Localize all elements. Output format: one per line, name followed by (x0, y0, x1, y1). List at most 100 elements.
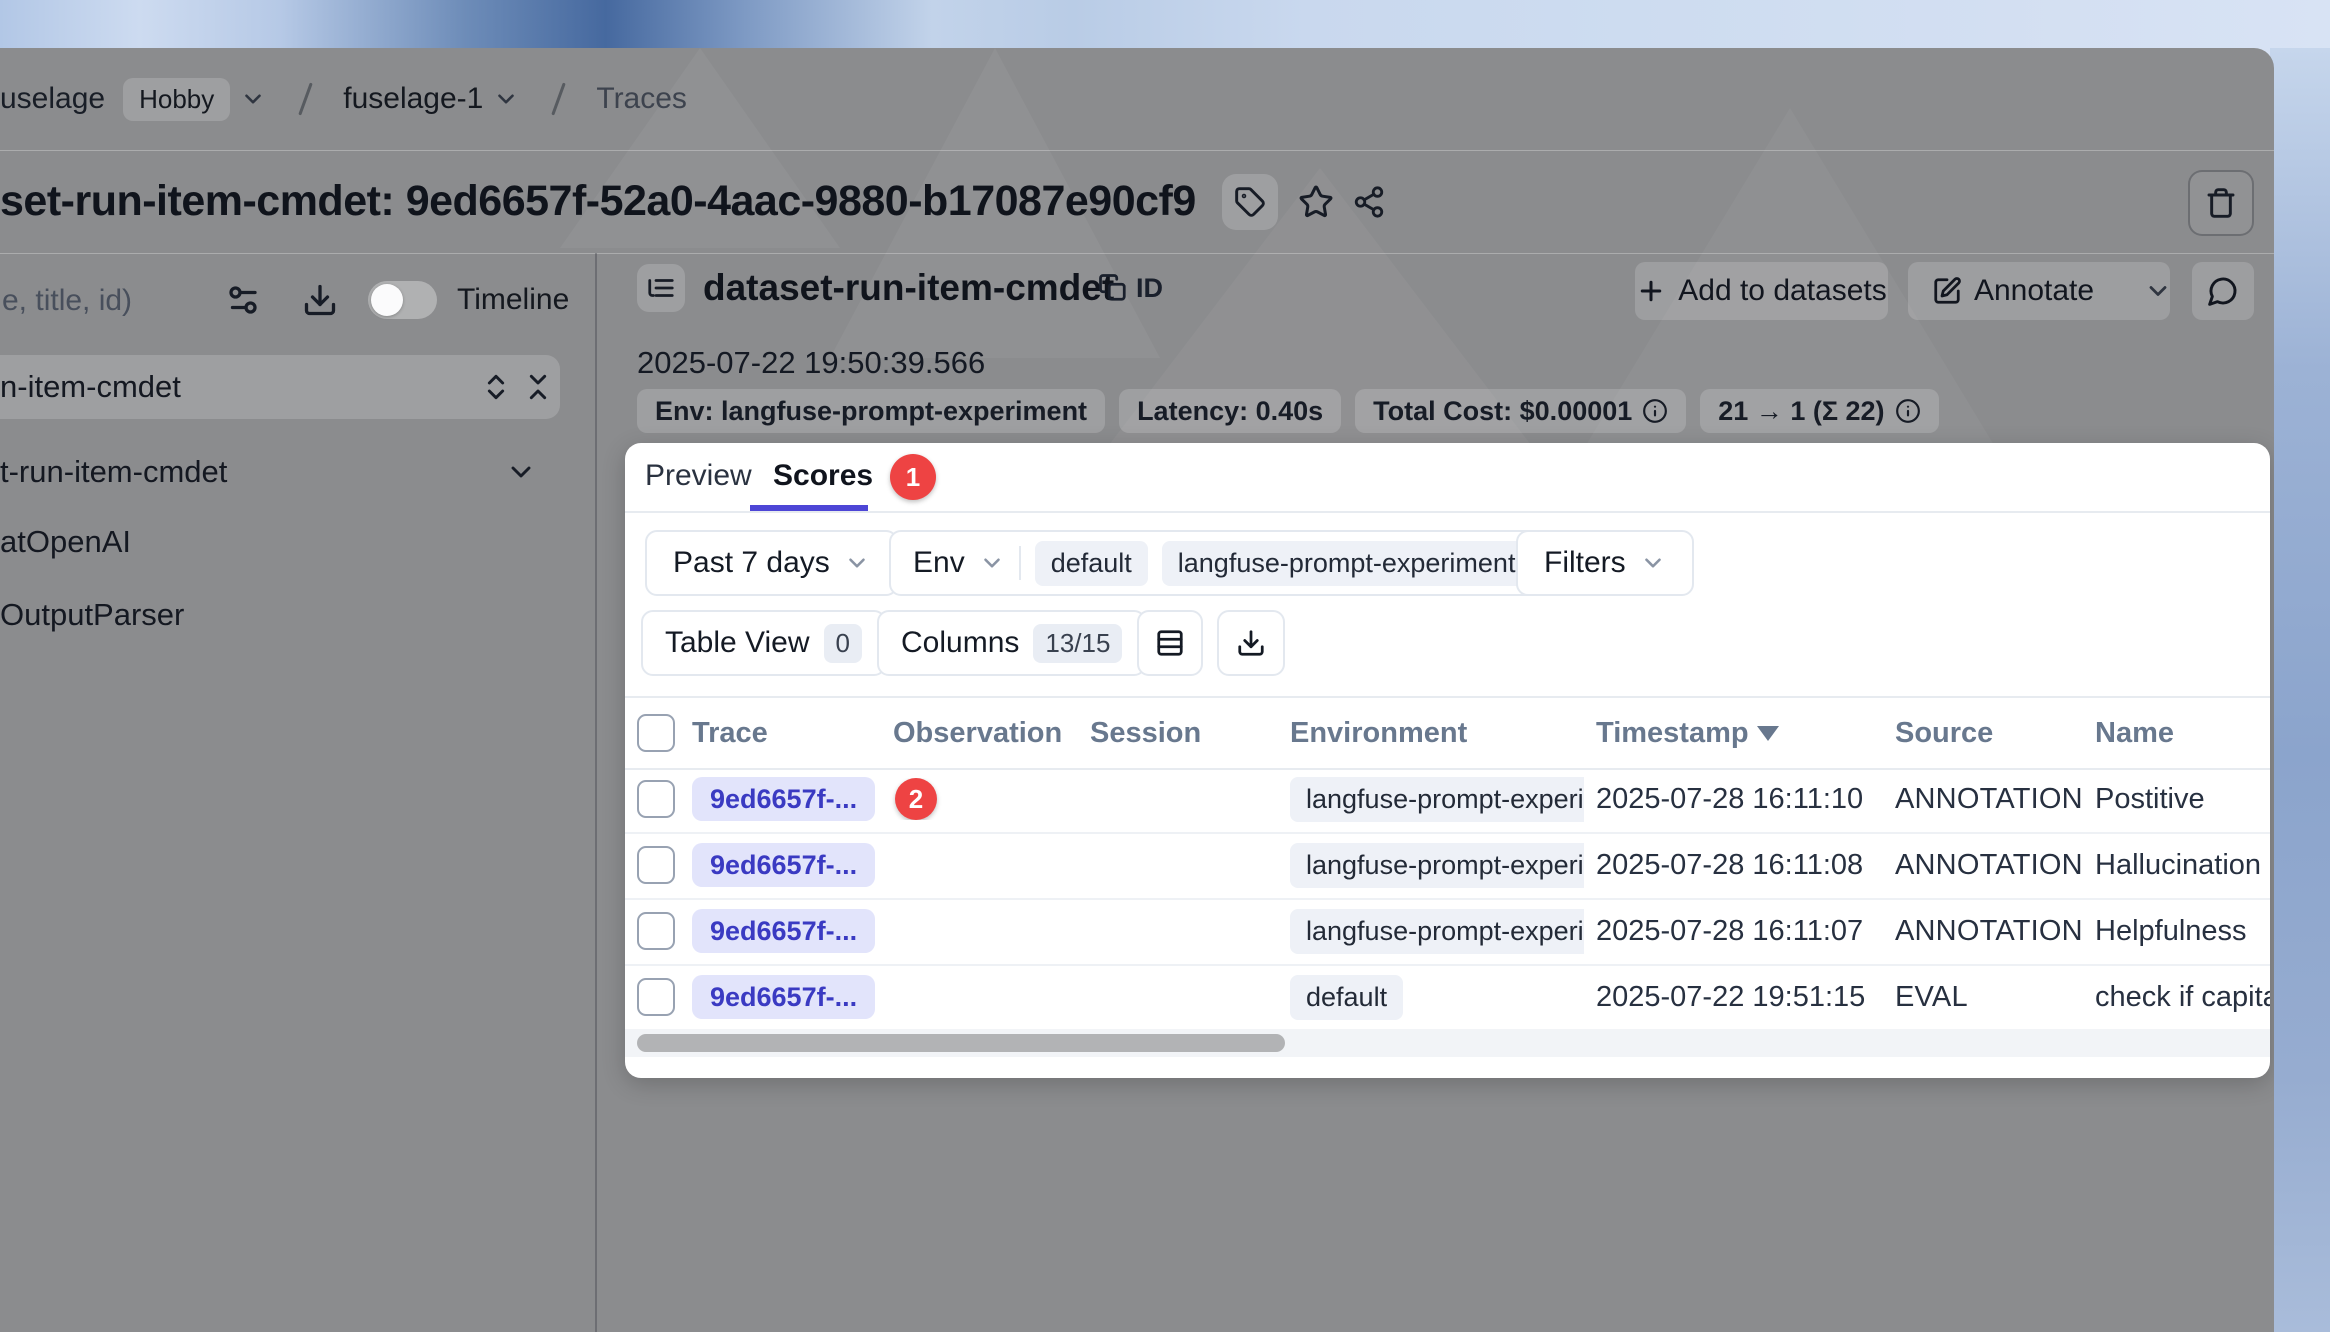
row-checkbox[interactable] (637, 912, 675, 950)
chevron-down-icon (2144, 277, 2172, 305)
star-button[interactable] (1298, 184, 1334, 220)
search-input[interactable] (0, 270, 214, 332)
source-cell: EVAL (1883, 981, 2083, 1014)
tree-item[interactable]: atOpenAI (0, 514, 595, 570)
annotate-button[interactable]: Annotate (1906, 262, 2120, 320)
tag-button[interactable] (1222, 174, 1278, 230)
tree-item[interactable]: OutputParser (0, 587, 595, 643)
table-view-label: Table View (665, 626, 810, 660)
timeline-toggle[interactable] (368, 281, 437, 319)
horizontal-scrollbar-thumb[interactable] (637, 1034, 1285, 1052)
sliders-icon (225, 282, 261, 318)
trace-link[interactable]: 9ed6657f-... (692, 909, 875, 953)
chevron-down-icon[interactable] (493, 86, 519, 112)
info-icon[interactable] (1895, 398, 1921, 424)
delete-button[interactable] (2188, 170, 2254, 236)
page-title: set-run-item-cmdet: 9ed6657f-52a0-4aac-9… (0, 177, 1196, 226)
horizontal-scrollbar-track[interactable] (625, 1029, 2270, 1057)
row-checkbox[interactable] (637, 846, 675, 884)
trace-link[interactable]: 9ed6657f-... (692, 843, 875, 887)
cost-badge: Total Cost: $0.00001 (1355, 389, 1686, 433)
row-checkbox[interactable] (637, 780, 675, 818)
tag-icon (1234, 186, 1266, 218)
breadcrumb-separator (299, 83, 313, 116)
table-row: 9ed6657f-... default 2025-07-22 19:51:15… (625, 964, 2270, 1032)
chevron-down-icon (844, 550, 870, 576)
breadcrumb-org[interactable]: uselage (0, 82, 105, 116)
latency-badge: Latency: 0.40s (1119, 389, 1341, 433)
source-cell: ANNOTATION (1883, 849, 2083, 882)
table-view-button[interactable]: Table View 0 (641, 610, 886, 676)
star-icon (1298, 184, 1334, 220)
unfold-vertical-icon[interactable] (480, 371, 512, 403)
download-tree-button[interactable] (302, 282, 338, 323)
download-icon (1236, 628, 1266, 658)
env-filter[interactable]: Env default langfuse-prompt-experiment (889, 530, 1555, 596)
columns-button[interactable]: Columns 13/15 (877, 610, 1146, 676)
name-cell: Helpfulness (2083, 915, 2270, 948)
env-value-chip[interactable]: langfuse-prompt-experiment (1162, 541, 1532, 586)
timestamp-cell: 2025-07-28 16:11:07 (1584, 915, 1883, 948)
copy-icon (1098, 273, 1128, 303)
tree-item[interactable]: t-run-item-cmdet (0, 444, 595, 500)
column-header-trace: Trace (680, 717, 881, 750)
env-badge: Env: langfuse-prompt-experiment (637, 389, 1105, 433)
app-window: uselage Hobby fuselage-1 Traces set-run-… (0, 48, 2274, 1332)
add-to-datasets-label: Add to datasets (1678, 274, 1886, 308)
timestamp-cell: 2025-07-28 16:11:08 (1584, 849, 1883, 882)
trace-link[interactable]: 9ed6657f-... (692, 777, 875, 821)
column-header-name: Name (2083, 717, 2270, 750)
chevron-down-icon[interactable] (240, 86, 266, 112)
tree-item-label: n-item-cmdet (0, 369, 181, 405)
active-tab-underline (750, 505, 868, 511)
name-cell: check if capital (2083, 981, 2270, 1014)
object-timestamp: 2025-07-22 19:50:39.566 (637, 345, 985, 381)
environment-chip: langfuse-prompt-experim (1290, 777, 1584, 822)
comments-button[interactable] (2192, 262, 2254, 320)
annotate-dropdown-button[interactable] (2144, 262, 2172, 320)
fold-vertical-icon[interactable] (522, 371, 554, 403)
env-filter-label: Env (913, 546, 965, 580)
add-to-datasets-button[interactable]: Add to datasets (1635, 262, 1888, 320)
row-height-button[interactable] (1137, 610, 1203, 676)
column-header-observation: Observation (881, 717, 1078, 750)
breadcrumb-project[interactable]: fuselage-1 (343, 82, 483, 116)
object-name: dataset-run-item-cmdet (703, 262, 1114, 314)
trace-link[interactable]: 9ed6657f-... (692, 975, 875, 1019)
message-circle-icon (2207, 275, 2239, 307)
info-icon[interactable] (1642, 398, 1668, 424)
list-tree-icon (646, 273, 676, 303)
environment-chip: default (1290, 975, 1403, 1020)
table-row: 9ed6657f-... langfuse-prompt-experim 202… (625, 832, 2270, 900)
filters-button[interactable]: Filters (1516, 530, 1694, 596)
env-value-chip[interactable]: default (1035, 541, 1148, 586)
share-button[interactable] (1352, 185, 1386, 219)
sort-desc-icon (1757, 726, 1779, 741)
tab-bar: Preview Scores 1 (625, 443, 2270, 513)
column-header-source: Source (1883, 717, 2083, 750)
copy-id-button[interactable]: ID (1098, 262, 1163, 314)
column-header-timestamp[interactable]: Timestamp (1584, 717, 1883, 750)
tree-item-selected[interactable]: n-item-cmdet (0, 355, 560, 419)
name-cell: Postitive (2083, 783, 2270, 816)
chevron-down-icon[interactable] (505, 456, 537, 488)
export-button[interactable] (1217, 610, 1285, 676)
table-view-count: 0 (824, 624, 862, 663)
chevron-down-icon (979, 550, 1005, 576)
tab-scores[interactable]: Scores (773, 443, 873, 509)
table-row: 9ed6657f-... langfuse-prompt-experim 202… (625, 898, 2270, 966)
tree-item-label: t-run-item-cmdet (0, 454, 227, 490)
columns-label: Columns (901, 626, 1019, 660)
scores-count-badge: 1 (890, 454, 936, 500)
tab-preview[interactable]: Preview (645, 443, 752, 509)
date-range-select[interactable]: Past 7 days (645, 530, 898, 596)
view-options-button[interactable] (225, 282, 261, 323)
filters-label: Filters (1544, 546, 1626, 580)
toggle-knob (371, 284, 403, 316)
trash-icon (2205, 187, 2237, 219)
row-checkbox[interactable] (637, 978, 675, 1016)
screen: uselage Hobby fuselage-1 Traces set-run-… (0, 0, 2330, 1332)
annotate-split-button: Annotate (1908, 262, 2170, 320)
select-all-checkbox[interactable] (637, 714, 675, 752)
tree-item-label: atOpenAI (0, 524, 131, 560)
